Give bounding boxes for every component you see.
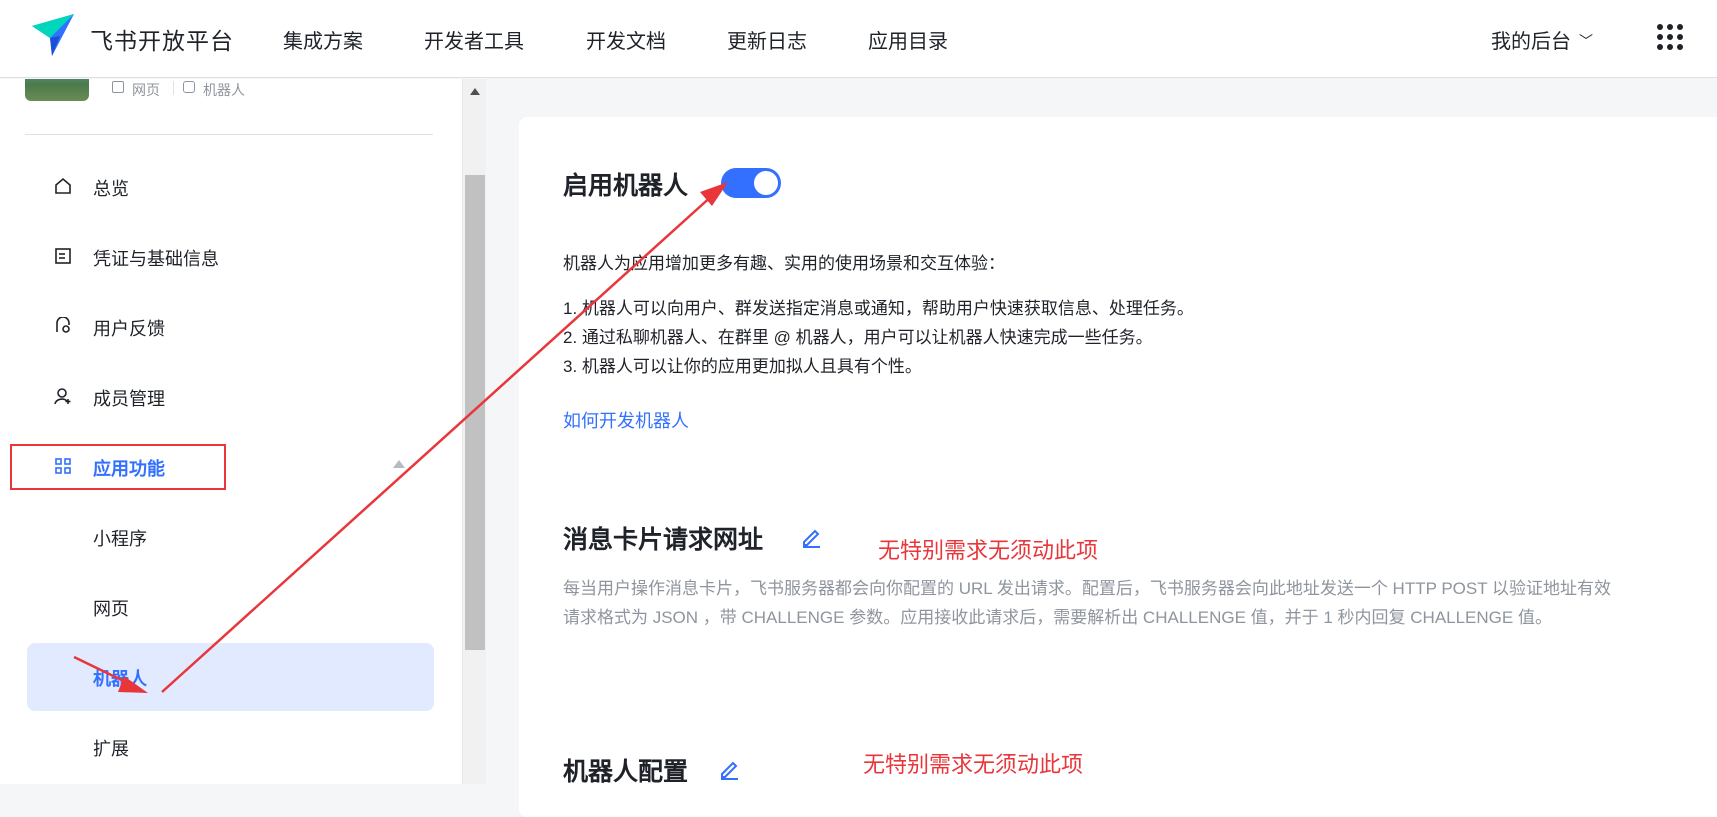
edit-icon[interactable]: [718, 758, 740, 780]
annotation-note-1: 无特别需求无须动此项: [878, 538, 1099, 563]
bot-point-2: 2. 通过私聊机器人、在群里 @ 机器人，用户可以让机器人快速完成一些任务。: [563, 328, 1153, 347]
brand-title[interactable]: 飞书开放平台: [90, 22, 234, 56]
edit-icon[interactable]: [800, 526, 822, 548]
bot-point-1: 1. 机器人可以向用户、群发送指定消息或通知，帮助用户快速获取信息、处理任务。: [563, 299, 1194, 318]
card-url-desc-line1: 每当用户操作消息卡片，飞书服务器都会向你配置的 URL 发出请求。配置后，飞书服…: [563, 579, 1612, 598]
sidebar-subitem-miniprogram[interactable]: 小程序: [93, 525, 147, 551]
toggle-knob: [754, 171, 778, 195]
sidebar-divider: [25, 134, 433, 135]
sidebar-subitem-extension[interactable]: 扩展: [93, 735, 129, 761]
sidebar-subitem-bot-active[interactable]: [27, 643, 434, 711]
my-backstage-dropdown[interactable]: 我的后台 ﹀: [1491, 25, 1593, 54]
nav-solutions[interactable]: 集成方案: [283, 25, 363, 54]
card-request-url-title: 消息卡片请求网址: [563, 526, 764, 554]
sidebar: 网页 机器人 总览 凭证与基础信息 用户反馈 成员管理 应用功能 小程序 网页 …: [0, 79, 462, 784]
scroll-up-icon[interactable]: [470, 88, 480, 95]
annotation-highlight-box: [10, 444, 226, 490]
webpage-icon: [112, 81, 124, 93]
sidebar-scrollbar[interactable]: [462, 79, 486, 784]
annotation-note-2: 无特别需求无须动此项: [863, 752, 1084, 777]
app-launcher-icon[interactable]: [1657, 24, 1683, 50]
nav-changelog[interactable]: 更新日志: [727, 25, 807, 54]
app-tag-webpage: 网页: [132, 82, 160, 98]
bot-config-title: 机器人配置: [563, 758, 689, 786]
chevron-down-icon: ﹀: [1579, 33, 1593, 49]
sidebar-item-label: 凭证与基础信息: [93, 249, 219, 269]
tag-divider: [173, 81, 174, 95]
bot-intro-text: 机器人为应用增加更多有趣、实用的使用场景和交互体验：: [563, 254, 1005, 273]
sidebar-subitem-webpage[interactable]: 网页: [93, 595, 129, 621]
feishu-logo-icon[interactable]: [30, 12, 76, 58]
feedback-icon: [56, 317, 70, 333]
enable-bot-title: 启用机器人: [563, 172, 689, 200]
robot-icon: [183, 81, 195, 93]
bot-point-3: 3. 机器人可以让你的应用更加拟人且具有个性。: [563, 357, 922, 376]
collapse-arrow-icon[interactable]: [393, 460, 405, 468]
nav-developer-tools[interactable]: 开发者工具: [424, 25, 524, 54]
sidebar-subitem-bot[interactable]: 机器人: [93, 665, 147, 691]
content-card: [519, 117, 1717, 817]
app-tag-bot: 机器人: [203, 82, 245, 98]
credential-icon: [55, 248, 71, 264]
app-avatar: [25, 79, 89, 101]
scrollbar-thumb[interactable]: [465, 175, 485, 650]
nav-docs[interactable]: 开发文档: [586, 25, 666, 54]
card-url-desc-line2: 请求格式为 JSON ，带 CHALLENGE 参数。应用接收此请求后，需要解析…: [563, 608, 1552, 627]
enable-bot-toggle[interactable]: [721, 168, 781, 198]
nav-app-directory[interactable]: 应用目录: [868, 25, 948, 54]
how-to-develop-bot-link[interactable]: 如何开发机器人: [563, 407, 689, 433]
sidebar-item-label: 用户反馈: [93, 319, 165, 339]
my-backstage-label: 我的后台: [1491, 31, 1571, 53]
top-navigation-bar: 飞书开放平台 集成方案 开发者工具 开发文档 更新日志 应用目录 我的后台 ﹀: [0, 0, 1717, 78]
member-icon: [54, 388, 71, 405]
home-icon: [55, 177, 71, 194]
sidebar-item-label: 总览: [93, 179, 129, 199]
sidebar-item-label: 成员管理: [93, 389, 165, 409]
